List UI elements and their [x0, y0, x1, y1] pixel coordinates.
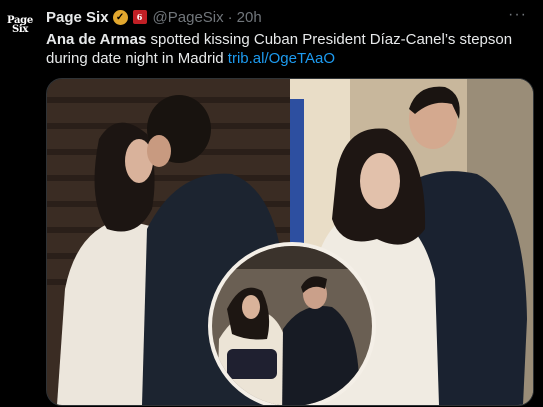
separator: · [227, 8, 233, 26]
tweet-header: Page Six ✓ 6 @PageSix · 20h ··· [46, 6, 533, 28]
verified-badge-icon[interactable]: ✓ [112, 9, 128, 25]
affiliate-badge-icon[interactable]: 6 [132, 10, 147, 24]
tweet-media[interactable] [46, 78, 534, 406]
tweet-text-bold: Ana de Armas [46, 31, 147, 48]
right-photo-blue-light [290, 99, 304, 259]
avatar[interactable]: Page Six [5, 10, 35, 40]
author-name[interactable]: Page Six [46, 9, 109, 26]
author-handle[interactable]: @PageSix [153, 9, 224, 26]
photo-collage-image[interactable] [47, 79, 533, 405]
timestamp[interactable]: 20h [237, 9, 262, 26]
right-woman-face [360, 153, 400, 209]
tweet-text: Ana de Armas spotted kissing Cuban Presi… [46, 30, 531, 68]
left-man-face [147, 135, 171, 167]
tweet-link[interactable]: trib.al/OgeTAaO [228, 50, 335, 67]
avatar-text-line2: Six [11, 24, 29, 35]
more-icon[interactable]: ··· [508, 6, 527, 24]
